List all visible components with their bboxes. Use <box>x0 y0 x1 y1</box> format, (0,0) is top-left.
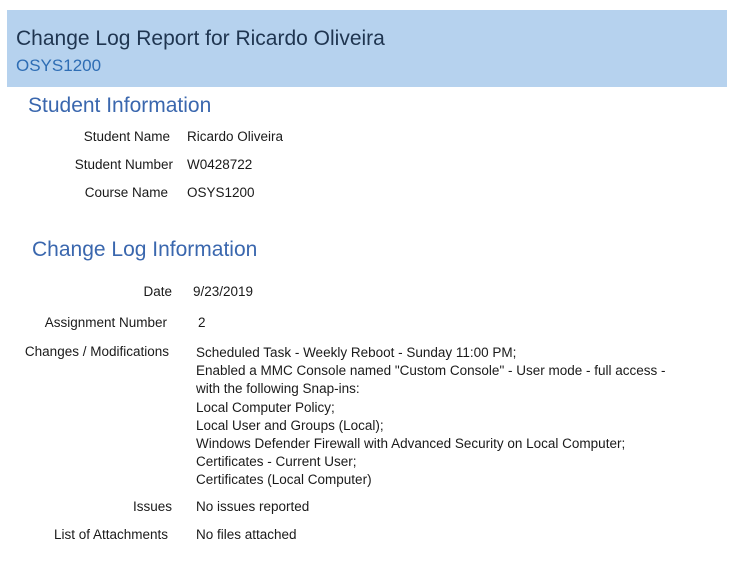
student-name-value: Ricardo Oliveira <box>187 129 284 144</box>
report-title: Change Log Report for Ricardo Oliveira <box>16 27 385 50</box>
student-name-label: Student Name <box>83 129 170 144</box>
change-line: Certificates - Current User; <box>196 454 357 470</box>
change-line: Enabled a MMC Console named "Custom Cons… <box>196 363 666 379</box>
attachments-value: No files attached <box>196 527 297 542</box>
change-line: Local User and Groups (Local); <box>196 417 384 433</box>
date-label: Date <box>143 284 172 299</box>
report-page: Change Log Report for Ricardo Oliveira O… <box>0 0 739 564</box>
course-name-label: Course Name <box>84 185 168 200</box>
changes-list: Scheduled Task - Weekly Reboot - Sunday … <box>196 344 666 490</box>
assignment-number-label: Assignment Number <box>44 315 167 330</box>
report-header-banner: Change Log Report for Ricardo Oliveira O… <box>7 10 727 87</box>
change-line: Certificates (Local Computer) <box>196 472 372 488</box>
change-log-heading: Change Log Information <box>32 238 258 261</box>
student-info-heading: Student Information <box>28 94 212 117</box>
date-value: 9/23/2019 <box>193 284 254 299</box>
issues-value: No issues reported <box>196 499 310 514</box>
change-line: with the following Snap-ins: <box>196 381 360 397</box>
changes-label: Changes / Modifications <box>24 344 169 359</box>
attachments-label: List of Attachments <box>53 527 168 542</box>
report-subtitle: OSYS1200 <box>16 56 102 75</box>
student-number-value: W0428722 <box>187 157 253 172</box>
course-name-value: OSYS1200 <box>187 185 255 200</box>
change-line: Scheduled Task - Weekly Reboot - Sunday … <box>196 345 517 360</box>
assignment-number-value: 2 <box>198 315 206 330</box>
student-number-label: Student Number <box>74 157 173 172</box>
change-line: Local Computer Policy; <box>196 399 335 415</box>
change-line: Windows Defender Firewall with Advanced … <box>196 436 626 452</box>
issues-label: Issues <box>132 499 172 514</box>
